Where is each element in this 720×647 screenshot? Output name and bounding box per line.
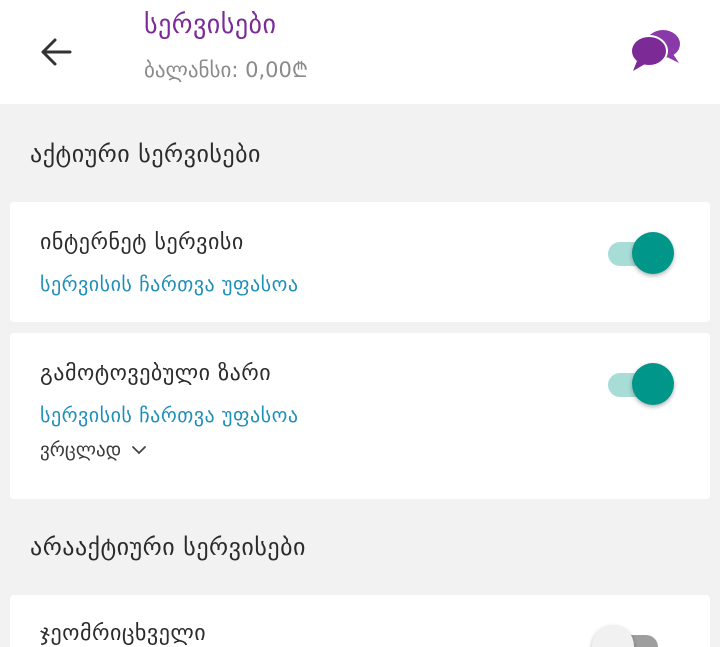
service-card-internet: ინტერნეტ სერვისი სერვისის ჩართვა უფასოა	[10, 202, 710, 322]
service-title: ინტერნეტ სერვისი	[40, 230, 244, 255]
chat-button[interactable]	[624, 22, 688, 78]
back-button[interactable]	[28, 24, 84, 80]
details-expander[interactable]: ვრცლად	[40, 439, 147, 461]
balance-text: ბალანსი: 0,00₾	[144, 58, 309, 82]
chevron-down-icon	[132, 446, 147, 455]
service-title: გამოტოვებული ზარი	[40, 361, 272, 386]
internet-toggle[interactable]	[608, 232, 676, 276]
app-header: სერვისები ბალანსი: 0,00₾	[0, 0, 720, 104]
details-label: ვრცლად	[40, 439, 122, 461]
toggle-knob	[632, 363, 674, 405]
active-services-title: აქტიური სერვისები	[30, 140, 261, 168]
services-screen: სერვისები ბალანსი: 0,00₾ აქტიური სერვისე…	[0, 0, 720, 647]
service-card-inactive: ჯეომრიცხველი	[10, 595, 710, 647]
service-title: ჯეომრიცხველი	[40, 621, 207, 646]
service-free-link[interactable]: სერვისის ჩართვა უფასოა	[40, 272, 298, 296]
inactive-service-toggle[interactable]	[592, 625, 668, 647]
service-card-missed-call: გამოტოვებული ზარი სერვისის ჩართვა უფასოა…	[10, 333, 710, 499]
chat-bubbles-icon	[630, 30, 680, 71]
page-title: სერვისები	[144, 10, 277, 40]
toggle-knob	[632, 232, 674, 274]
missed-call-toggle[interactable]	[608, 363, 676, 407]
service-free-link[interactable]: სერვისის ჩართვა უფასოა	[40, 403, 298, 427]
arrow-left-icon	[41, 38, 72, 66]
inactive-services-title: არააქტიური სერვისები	[30, 533, 306, 561]
toggle-knob	[592, 625, 634, 647]
